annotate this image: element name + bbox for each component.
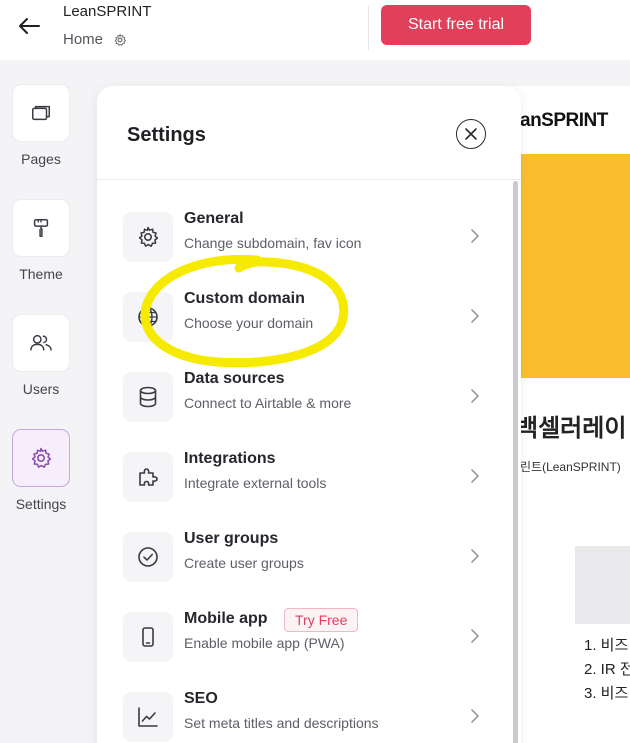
app-name: LeanSPRINT [63,3,152,20]
settings-item-custom-domain[interactable]: Custom domain Choose your domain [123,284,493,348]
chevron-box [468,706,482,726]
scrollbar[interactable] [513,181,518,743]
row-icon-box [123,372,173,422]
puzzle-icon [139,468,158,486]
preview-subtext: 린트(LeanSPRINT) [520,460,621,474]
back-button[interactable] [14,12,44,40]
settings-item-title: Mobile app [184,610,268,627]
arrow-left-icon [19,18,40,34]
preview-heading: 백셀러레이 [516,415,627,442]
settings-item-description: Connect to Airtable & more [184,395,352,411]
settings-item-integrations[interactable]: Integrations Integrate external tools [123,444,493,508]
row-icon-box [123,292,173,342]
panel-title: Settings [127,124,206,146]
chevron-box [468,546,482,566]
settings-item-title: Custom domain [184,290,305,307]
close-button[interactable] [456,119,486,149]
settings-item-title: SEO [184,690,218,707]
preview-logo: anSPRINT [520,110,608,131]
trend-chart-icon [138,707,158,727]
settings-item-general[interactable]: General Change subdomain, fav icon [123,204,493,268]
gear-icon[interactable] [113,33,127,47]
chevron-right-icon [471,629,479,643]
breadcrumb: Home [63,31,127,48]
chevron-right-icon [471,389,479,403]
row-icon-box [123,212,173,262]
globe-icon [138,307,158,327]
breadcrumb-home[interactable]: Home [63,31,103,48]
chevron-right-icon [471,309,479,323]
try-free-badge[interactable]: Try Free [284,608,359,632]
gear-icon [31,447,52,468]
preview-list: 1. 비즈 2. IR 전 3. 비즈 [584,634,630,706]
sidebar-item-label: Pages [21,151,61,167]
settings-item-title: General [184,210,244,227]
database-icon [139,386,157,408]
phone-icon [142,627,154,647]
chevron-box [468,306,482,326]
chevron-box [468,466,482,486]
settings-item-title: Integrations [184,450,276,467]
paint-roller-icon [33,219,49,237]
settings-panel: Settings General Change subdomain, fav i… [97,86,521,743]
header-divider [368,6,369,50]
pages-icon [32,105,50,121]
settings-item-user-groups[interactable]: User groups Create user groups [123,524,493,588]
row-icon-box [123,692,173,742]
settings-item-title: Data sources [184,370,285,387]
sidebar-item-label: Settings [15,496,67,512]
chevron-right-icon [471,229,479,243]
preview-image-placeholder [575,546,630,624]
panel-divider [97,179,521,180]
sidebar-item-users[interactable] [13,315,69,371]
check-circle-icon [138,547,158,567]
chevron-box [468,626,482,646]
settings-item-seo[interactable]: SEO Set meta titles and descriptions [123,684,493,743]
chevron-box [468,226,482,246]
close-icon [465,128,477,140]
row-icon-box [123,612,173,662]
settings-item-description: Enable mobile app (PWA) [184,635,345,651]
sidebar-item-settings[interactable] [13,430,69,486]
settings-item-description: Integrate external tools [184,475,327,491]
settings-item-description: Change subdomain, fav icon [184,235,362,251]
chevron-right-icon [471,709,479,723]
settings-item-mobile-app[interactable]: Mobile app Try Free Enable mobile app (P… [123,604,493,668]
settings-item-description: Set meta titles and descriptions [184,715,379,731]
chevron-box [468,386,482,406]
sidebar-item-pages[interactable] [13,85,69,141]
top-bar: LeanSPRINT Home Start free trial [0,0,630,60]
row-icon-box [123,452,173,502]
preview-list-item: 2. IR 전 [584,661,630,678]
settings-item-title: User groups [184,530,279,547]
sidebar-item-label: Users [22,381,60,397]
sidebar-item-label: Theme [19,266,63,282]
settings-item-data-sources[interactable]: Data sources Connect to Airtable & more [123,364,493,428]
row-icon-box [123,532,173,582]
chevron-right-icon [471,549,479,563]
settings-item-description: Create user groups [184,555,304,571]
start-free-trial-button[interactable]: Start free trial [381,5,531,45]
sidebar-item-theme[interactable] [13,200,69,256]
preview-list-item: 1. 비즈 [584,637,629,654]
users-icon [30,334,52,351]
chevron-right-icon [471,469,479,483]
settings-item-description: Choose your domain [184,315,314,331]
gear-icon [138,226,159,247]
preview-list-item: 3. 비즈 [584,685,629,702]
